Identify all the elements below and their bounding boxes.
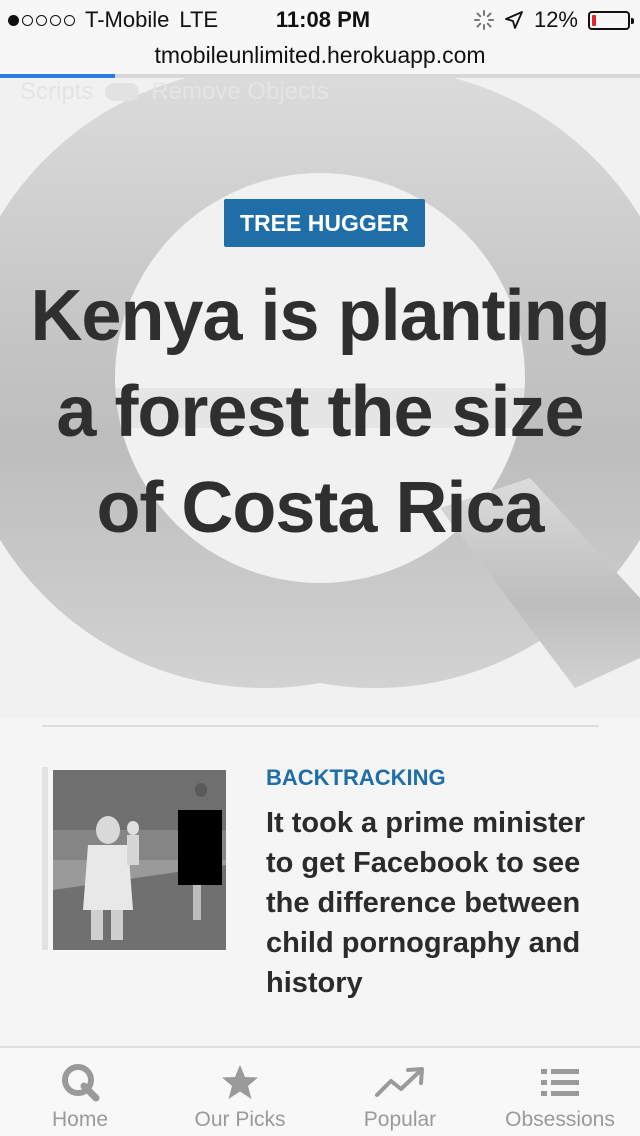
- scripts-label: Scripts: [20, 78, 94, 105]
- status-bar: T-Mobile LTE 11:08 PM 12%: [0, 0, 640, 40]
- photo-image: [53, 770, 226, 950]
- hero-story[interactable]: Scripts Remove Objects TREE HUGGER Kenya…: [0, 78, 640, 718]
- url-text[interactable]: tmobileunlimited.herokuapp.com: [154, 42, 485, 68]
- story-card[interactable]: BACKTRACKING It took a prime minister to…: [42, 765, 622, 1050]
- star-icon: [222, 1065, 258, 1099]
- story-category-tag[interactable]: BACKTRACKING: [266, 765, 446, 791]
- bottom-tab-bar: Home Our Picks Popular Obsessions: [0, 1046, 640, 1136]
- tab-popular[interactable]: Popular: [320, 1048, 480, 1136]
- story-thumbnail[interactable]: [53, 770, 226, 950]
- thumbnail-border: [42, 767, 48, 950]
- battery-percent: 12%: [533, 7, 578, 32]
- category-tag[interactable]: TREE HUGGER: [224, 199, 425, 247]
- list-icon: [541, 1069, 579, 1096]
- status-right: 12%: [473, 7, 634, 33]
- cloud-icon: [105, 83, 140, 101]
- remove-objects-label: Remove Objects: [151, 78, 329, 105]
- battery-icon: [588, 10, 634, 30]
- tab-obsessions[interactable]: Obsessions: [480, 1048, 640, 1136]
- tab-home-label: Home: [51, 1108, 109, 1131]
- ghost-toolbar: Scripts Remove Objects: [20, 78, 329, 106]
- q-logo-icon: [62, 1064, 100, 1102]
- tab-our-picks-label: Our Picks: [194, 1108, 286, 1131]
- section-divider: [42, 725, 599, 727]
- hero-headline[interactable]: Kenya is planting a forest the size of C…: [30, 268, 610, 556]
- tab-obsessions-label: Obsessions: [505, 1108, 615, 1131]
- trending-icon: [375, 1067, 424, 1097]
- address-bar[interactable]: tmobileunlimited.herokuapp.com: [0, 40, 640, 78]
- location-arrow-icon: [505, 11, 523, 29]
- activity-spinner-icon: [473, 10, 494, 30]
- tab-popular-label: Popular: [363, 1108, 437, 1131]
- tab-home[interactable]: Home: [0, 1048, 160, 1136]
- tab-our-picks[interactable]: Our Picks: [160, 1048, 320, 1136]
- story-title[interactable]: It took a prime minister to get Facebook…: [266, 803, 616, 1003]
